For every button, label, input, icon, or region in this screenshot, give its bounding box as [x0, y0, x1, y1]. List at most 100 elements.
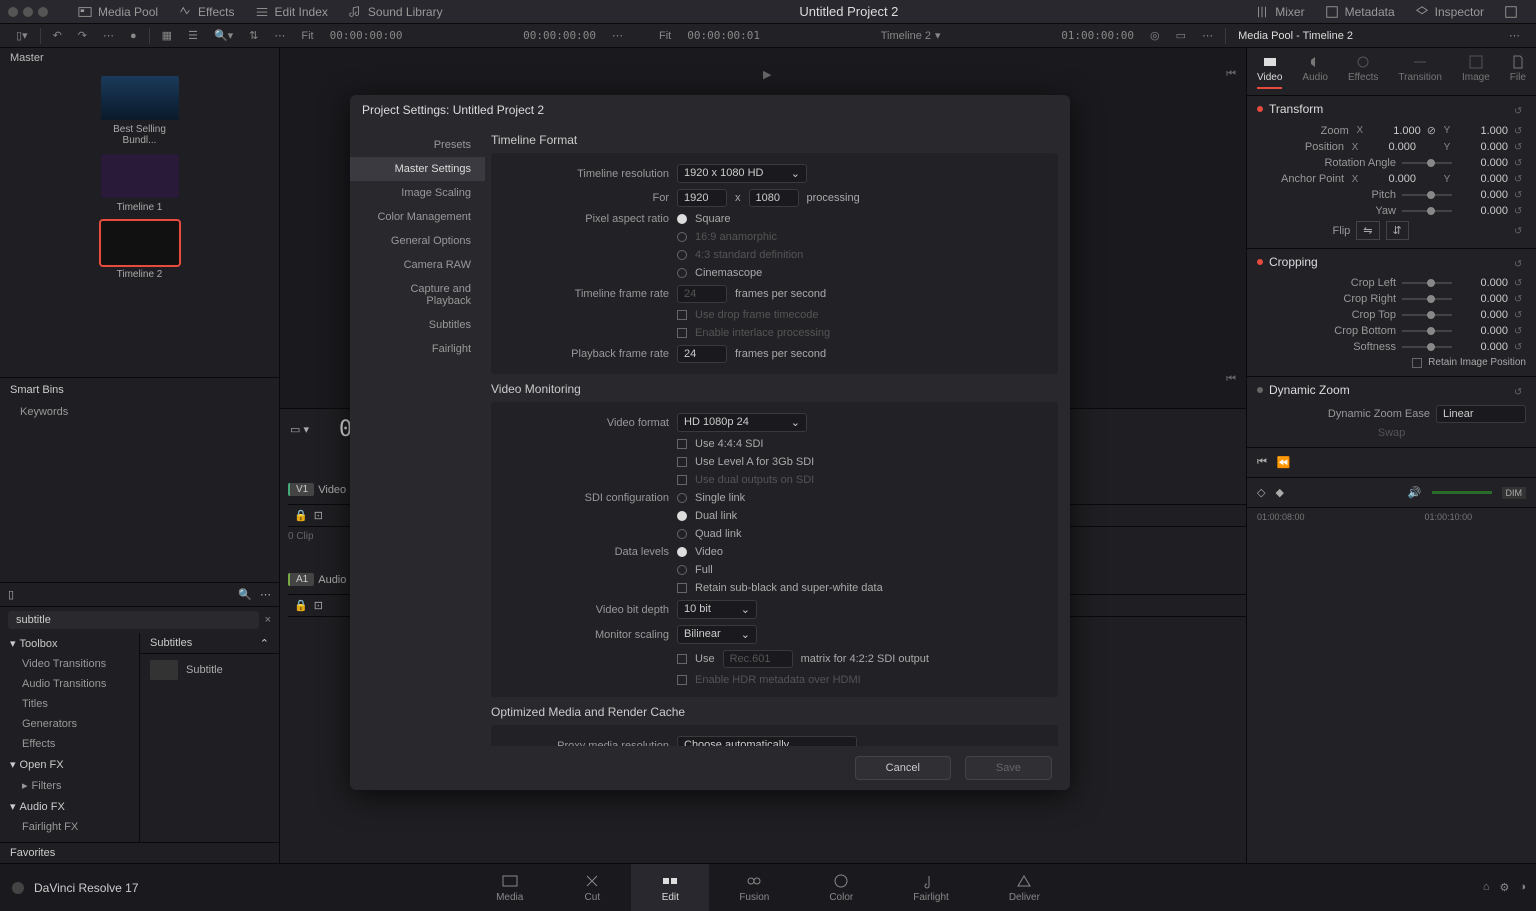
settings-icon[interactable]: ⚙: [1499, 881, 1509, 894]
nav-image-scaling[interactable]: Image Scaling: [350, 181, 485, 205]
sort-icon[interactable]: ⇅: [241, 29, 266, 42]
pitch-slider[interactable]: [1402, 194, 1452, 196]
dynzoom-header[interactable]: Dynamic Zoom: [1269, 383, 1350, 397]
tab-file[interactable]: File: [1510, 54, 1526, 89]
sdi-single-radio[interactable]: [677, 493, 687, 503]
link-icon[interactable]: ⊘: [1427, 124, 1436, 137]
pos-x[interactable]: 0.000: [1366, 141, 1416, 153]
rotation-slider[interactable]: [1402, 162, 1452, 164]
datalevel-full-radio[interactable]: [677, 565, 687, 575]
panel-layout-icon[interactable]: ▯▾: [8, 29, 36, 42]
favorites-header[interactable]: Favorites: [0, 842, 279, 863]
video-transitions[interactable]: Video Transitions: [0, 654, 139, 674]
reset-icon[interactable]: [1514, 205, 1526, 217]
next-icon[interactable]: ⏮: [1226, 373, 1236, 386]
transform-header[interactable]: Transform: [1269, 102, 1323, 116]
reset-icon[interactable]: [1514, 189, 1526, 201]
master-bin[interactable]: Master: [0, 48, 279, 68]
link-icon[interactable]: ⊡: [314, 599, 323, 612]
tc-src[interactable]: 00:00:00:00: [515, 29, 604, 42]
nav-camera-raw[interactable]: Camera RAW: [350, 253, 485, 277]
nav-presets[interactable]: Presets: [350, 133, 485, 157]
more4-icon[interactable]: ⋯: [1194, 29, 1221, 42]
search-icon[interactable]: 🔍▾: [206, 29, 241, 42]
effects-cat[interactable]: Effects: [0, 734, 139, 754]
cropping-header[interactable]: Cropping: [1269, 255, 1318, 269]
titles[interactable]: Titles: [0, 694, 139, 714]
zoom-y[interactable]: 1.000: [1458, 125, 1508, 137]
viewer-mode-icon[interactable]: ▭: [1168, 29, 1194, 42]
par-cinemascope-radio[interactable]: [677, 268, 687, 278]
lock-icon[interactable]: 🔒: [294, 599, 308, 612]
media-pool-toggle[interactable]: Media Pool: [68, 5, 168, 19]
levela-checkbox[interactable]: [677, 457, 687, 467]
nav-color-management[interactable]: Color Management: [350, 205, 485, 229]
par-square-radio[interactable]: [677, 214, 687, 224]
monitor-scaling-select[interactable]: Bilinear⌄: [677, 625, 757, 644]
clear-icon[interactable]: ×: [265, 614, 271, 626]
bitdepth-select[interactable]: 10 bit⌄: [677, 600, 757, 619]
subtitle-effect[interactable]: Subtitle: [140, 654, 279, 686]
reset-icon[interactable]: [1514, 256, 1526, 268]
sdi-quad-radio[interactable]: [677, 529, 687, 539]
page-edit[interactable]: Edit: [631, 864, 709, 911]
cancel-button[interactable]: Cancel: [855, 756, 951, 780]
proxy-res-select[interactable]: Choose automatically⌄: [677, 736, 857, 746]
panel-icon[interactable]: ▯: [8, 588, 14, 601]
fit-right[interactable]: Fit: [651, 30, 679, 42]
retain-checkbox[interactable]: [1412, 358, 1422, 368]
keyframe-add-icon[interactable]: ◆: [1275, 486, 1283, 499]
undo-icon[interactable]: ↶: [45, 29, 70, 42]
tl-view-mode-icon[interactable]: ▭ ▾: [290, 423, 309, 436]
reset-icon[interactable]: [1514, 157, 1526, 169]
crop-right-slider[interactable]: [1402, 298, 1452, 300]
sound-library-toggle[interactable]: Sound Library: [338, 5, 453, 19]
a1-badge[interactable]: A1: [288, 573, 314, 586]
crop-left-slider[interactable]: [1402, 282, 1452, 284]
nav-general-options[interactable]: General Options: [350, 229, 485, 253]
expand-icon[interactable]: [1494, 5, 1528, 19]
timeline-thumb[interactable]: Timeline 1: [101, 154, 179, 213]
timeline-thumb-selected[interactable]: Timeline 2: [101, 221, 179, 280]
inspector-toggle[interactable]: Inspector: [1405, 5, 1494, 19]
datalevel-video-radio[interactable]: [677, 547, 687, 557]
page-cut[interactable]: Cut: [553, 872, 631, 903]
height-input[interactable]: [749, 189, 799, 207]
retain-sub-checkbox[interactable]: [677, 583, 687, 593]
volume-icon[interactable]: 🔊: [1408, 486, 1422, 499]
page-fusion[interactable]: Fusion: [709, 872, 799, 903]
nav-master-settings[interactable]: Master Settings: [350, 157, 485, 181]
fit-left[interactable]: Fit: [293, 30, 321, 42]
window-controls[interactable]: [8, 7, 48, 17]
reset-icon[interactable]: [1514, 141, 1526, 153]
tab-video[interactable]: Video: [1257, 54, 1282, 89]
edit-index-toggle[interactable]: Edit Index: [245, 5, 338, 19]
effects-search-input[interactable]: [8, 611, 259, 629]
page-deliver[interactable]: Deliver: [979, 872, 1070, 903]
zoom-x[interactable]: 1.000: [1371, 125, 1421, 137]
more2-icon[interactable]: ⋯: [266, 29, 293, 42]
effects-toggle[interactable]: Effects: [168, 5, 244, 19]
reset-icon[interactable]: [1514, 125, 1526, 137]
crop-bottom-slider[interactable]: [1402, 330, 1452, 332]
page-color[interactable]: Color: [799, 872, 883, 903]
metadata-toggle[interactable]: Metadata: [1315, 5, 1405, 19]
search-icon[interactable]: 🔍: [238, 588, 252, 601]
nav-capture-playback[interactable]: Capture and Playback: [350, 277, 485, 313]
record-icon[interactable]: ●: [122, 30, 145, 42]
flip-h-icon[interactable]: ⇋: [1356, 221, 1379, 240]
filters[interactable]: ▸ Filters: [0, 775, 139, 796]
v1-badge[interactable]: V1: [288, 483, 314, 496]
mixer-toggle[interactable]: Mixer: [1245, 5, 1314, 19]
fairlightfx[interactable]: Fairlight FX: [0, 817, 139, 837]
page-fairlight[interactable]: Fairlight: [883, 872, 979, 903]
flip-v-icon[interactable]: ⇵: [1386, 221, 1409, 240]
more3-icon[interactable]: ⋯: [604, 29, 631, 42]
more-icon[interactable]: ⋯: [260, 588, 271, 601]
timeline-name[interactable]: Timeline 2 ▾: [873, 29, 949, 42]
list-view-icon[interactable]: ☰: [180, 29, 206, 42]
softness-slider[interactable]: [1402, 346, 1452, 348]
lock-icon[interactable]: 🔒: [294, 509, 308, 522]
info-icon[interactable]: ◑: [1519, 881, 1526, 894]
more-icon[interactable]: ⋯: [95, 29, 122, 42]
